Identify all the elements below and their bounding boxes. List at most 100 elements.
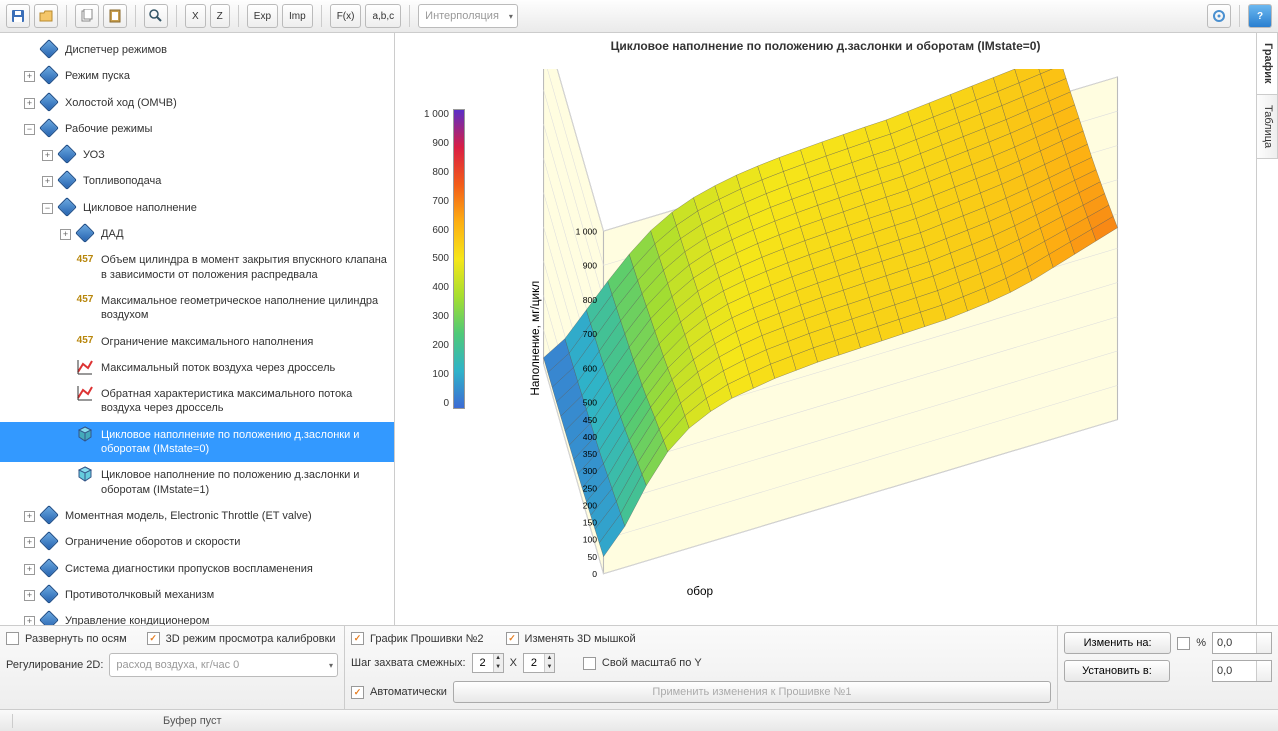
tree-item[interactable]: Цикловое наполнение по положению д.засло…: [0, 422, 394, 463]
tree-item[interactable]: +Ограничение оборотов и скорости: [0, 529, 394, 555]
tree-item[interactable]: + Система диагностики пропусков воспламен…: [0, 556, 394, 582]
tree-item[interactable]: Обратная характеристика максимального по…: [0, 381, 394, 422]
tree-item-label: Моментная модель, Electronic Throttle (E…: [65, 505, 390, 527]
change-3d-mouse-checkbox[interactable]: [506, 632, 519, 645]
tree-item[interactable]: + УОЗ: [0, 142, 394, 168]
diamond-icon: [39, 65, 59, 85]
tree-item[interactable]: + Топливоподача: [0, 168, 394, 194]
tree-expander[interactable]: +: [24, 590, 35, 601]
graph-fw2-checkbox[interactable]: [351, 632, 364, 645]
find-button[interactable]: [144, 4, 168, 28]
tree-item[interactable]: + Моментная модель, Electronic Throttle (…: [0, 503, 394, 529]
tree-expander[interactable]: −: [24, 124, 35, 135]
graph-fw2-label: График Прошивки №2: [370, 633, 484, 645]
tree-expander[interactable]: +: [24, 511, 35, 522]
tree-item-label: Рабочие режимы: [65, 118, 390, 140]
mode-3d-checkbox[interactable]: [147, 632, 160, 645]
chart-icon: [75, 383, 95, 403]
abc-button[interactable]: a,b,c: [365, 4, 401, 28]
tree-expander[interactable]: −: [42, 203, 53, 214]
tree-expander[interactable]: +: [24, 98, 35, 109]
svg-text:200: 200: [583, 500, 598, 510]
apply-changes-button[interactable]: Применить изменения к Прошивке №1: [453, 681, 1051, 703]
step-x-spinner[interactable]: ▲▼: [472, 653, 504, 673]
paste-button[interactable]: [103, 4, 127, 28]
tree-item[interactable]: + ДАД: [0, 221, 394, 247]
open-button[interactable]: [34, 4, 58, 28]
svg-text:1 000: 1 000: [576, 226, 598, 236]
tree-expander[interactable]: +: [42, 150, 53, 161]
tree-item[interactable]: +Управление кондиционером: [0, 608, 394, 625]
tree-item[interactable]: Цикловое наполнение по положению д.засло…: [0, 462, 394, 503]
tree-item[interactable]: 457Максимальное геометрическое наполнени…: [0, 288, 394, 329]
tree-item[interactable]: Диспетчер режимов: [0, 37, 394, 63]
tree-item-label: Режим пуска: [65, 65, 390, 87]
number-icon: 457: [75, 290, 95, 310]
tree-expander: [60, 430, 71, 441]
fx-button[interactable]: F(x): [330, 4, 362, 28]
tree-item[interactable]: − Цикловое наполнение: [0, 195, 394, 221]
tree-item-label: Система диагностики пропусков воспламене…: [65, 558, 390, 580]
tree-item-label: Топливоподача: [83, 170, 390, 192]
tree-expander[interactable]: +: [24, 564, 35, 575]
number-icon: 457: [75, 331, 95, 351]
tab-table[interactable]: Таблица: [1257, 94, 1278, 159]
surface-3d[interactable]: Наполнение, мг/циклрасход воздуха, кг/ча…: [475, 69, 1246, 625]
svg-text:300: 300: [583, 466, 598, 476]
tree-item[interactable]: Максимальный поток воздуха через дроссел…: [0, 355, 394, 381]
reg-2d-dropdown[interactable]: расход воздуха, кг/час 0: [109, 653, 338, 677]
tree-item[interactable]: + Режим пуска: [0, 63, 394, 89]
toolbar: X Z Exp Imp F(x) a,b,c Интерполяция ?: [0, 0, 1278, 33]
diamond-icon: [39, 531, 59, 551]
status-bar: Буфер пуст: [0, 709, 1278, 731]
percent-checkbox[interactable]: [1177, 637, 1190, 650]
chart-panel: Цикловое наполнение по положению д.засло…: [395, 33, 1256, 625]
tree-expander[interactable]: +: [60, 229, 71, 240]
tree-item[interactable]: 457 Ограничение максимального наполнения: [0, 329, 394, 355]
svg-text:50: 50: [588, 552, 598, 562]
tree-item[interactable]: − Рабочие режимы: [0, 116, 394, 142]
set-to-button[interactable]: Установить в:: [1064, 660, 1170, 682]
z-axis-button[interactable]: Z: [210, 4, 230, 28]
import-button[interactable]: Imp: [282, 4, 313, 28]
save-button[interactable]: [6, 4, 30, 28]
diamond-icon: [39, 610, 59, 625]
expand-axes-checkbox[interactable]: [6, 632, 19, 645]
tree-item[interactable]: +Холостой ход (ОМЧВ): [0, 90, 394, 116]
tree-expander[interactable]: +: [42, 176, 53, 187]
diamond-icon: [39, 505, 59, 525]
tree-item[interactable]: 457Объем цилиндра в момент закрытия впус…: [0, 247, 394, 288]
auto-checkbox[interactable]: [351, 686, 364, 699]
tree-expander[interactable]: +: [24, 616, 35, 625]
tree-item-label: Диспетчер режимов: [65, 39, 390, 61]
export-button[interactable]: Exp: [247, 4, 278, 28]
settings-button[interactable]: [1207, 4, 1231, 28]
svg-text:900: 900: [583, 261, 598, 271]
tab-graph[interactable]: График: [1257, 33, 1278, 95]
tree-item-label: Противотолчковый механизм: [65, 584, 390, 606]
step-y-spinner[interactable]: ▲▼: [523, 653, 555, 673]
set-to-value[interactable]: 0,0: [1212, 660, 1272, 682]
tree-expander[interactable]: +: [24, 71, 35, 82]
diamond-icon: [39, 118, 59, 138]
interpolation-dropdown[interactable]: Интерполяция: [418, 4, 518, 28]
tree-item[interactable]: + Противотолчковый механизм: [0, 582, 394, 608]
x-axis-button[interactable]: X: [185, 4, 206, 28]
change-by-value[interactable]: 0,0: [1212, 632, 1272, 654]
tree-expander[interactable]: +: [24, 537, 35, 548]
diamond-icon: [39, 92, 59, 112]
tree-item-label: УОЗ: [83, 144, 390, 166]
tree-item-label: Ограничение максимального наполнения: [101, 331, 390, 353]
tree-expander: [60, 337, 71, 348]
diamond-icon: [39, 39, 59, 59]
tree-item-label: ДАД: [101, 223, 390, 245]
own-scale-y-checkbox[interactable]: [583, 657, 596, 670]
tree-expander: [60, 470, 71, 481]
help-button[interactable]: ?: [1248, 4, 1272, 28]
svg-text:800: 800: [583, 295, 598, 305]
tree-item-label: Цикловое наполнение: [83, 197, 390, 219]
tree-item-label: Объем цилиндра в момент закрытия впускно…: [101, 249, 390, 286]
change-by-button[interactable]: Изменить на:: [1064, 632, 1171, 654]
tree-panel[interactable]: Диспетчер режимов + Режим пуска +Холостой х…: [0, 33, 395, 625]
copy-button[interactable]: [75, 4, 99, 28]
